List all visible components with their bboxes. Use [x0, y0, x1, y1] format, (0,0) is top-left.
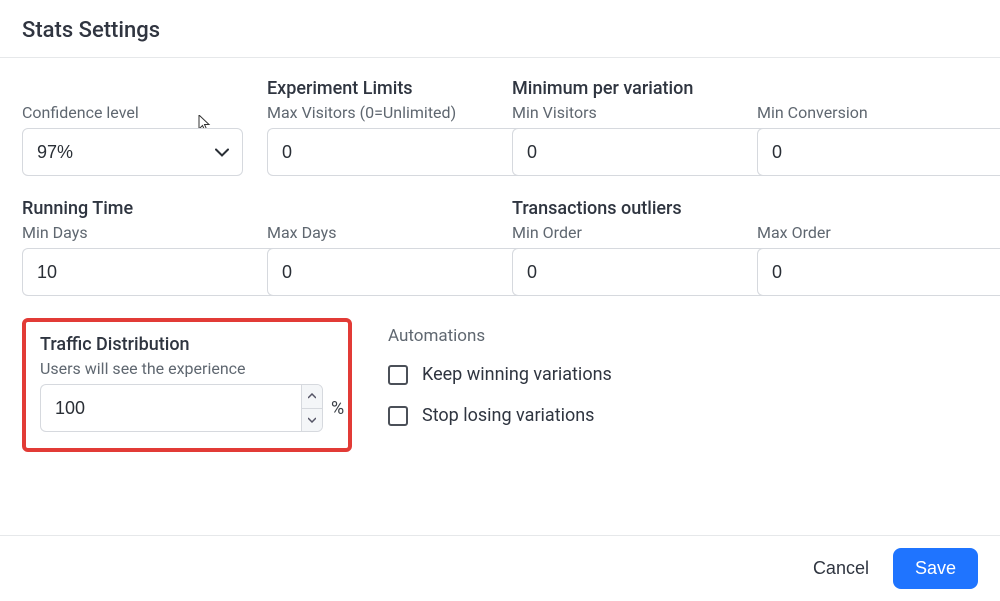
confidence-col: Confidence level 97%: [22, 78, 243, 176]
keep-winning-checkbox[interactable]: Keep winning variations: [388, 364, 978, 385]
min-order-input[interactable]: [512, 248, 773, 296]
traffic-step-up[interactable]: [302, 385, 322, 408]
min-days-input-wrap: [22, 248, 243, 296]
cancel-button[interactable]: Cancel: [807, 550, 875, 587]
row-1: Confidence level 97% Experiment Limits M…: [22, 78, 978, 176]
traffic-label: Users will see the experience: [40, 359, 334, 378]
stop-losing-checkbox[interactable]: Stop losing variations: [388, 405, 978, 426]
save-button[interactable]: Save: [893, 548, 978, 589]
running-time-title: Running Time: [22, 198, 243, 219]
min-per-variation-title: Minimum per variation: [512, 78, 733, 99]
traffic-unit: %: [331, 398, 344, 419]
traffic-input-wrap: [40, 384, 323, 432]
confidence-label: Confidence level: [22, 103, 243, 122]
panel-header: Stats Settings: [0, 0, 1000, 58]
traffic-title: Traffic Distribution: [40, 334, 334, 355]
checkbox-icon: [388, 406, 408, 426]
traffic-step-down[interactable]: [302, 408, 322, 432]
traffic-input[interactable]: [40, 384, 301, 432]
traffic-distribution-box: Traffic Distribution Users will see the …: [22, 318, 352, 452]
max-visitors-input[interactable]: [267, 128, 528, 176]
min-days-col: Running Time Min Days: [22, 198, 243, 296]
confidence-select[interactable]: 97%: [22, 128, 243, 176]
traffic-input-row: %: [40, 384, 334, 432]
keep-winning-label: Keep winning variations: [422, 364, 612, 385]
experiment-limits-title: Experiment Limits: [267, 78, 488, 99]
max-visitors-input-wrap: [267, 128, 488, 176]
experiment-limits-col: Experiment Limits Max Visitors (0=Unlimi…: [267, 78, 488, 176]
min-visitors-col: Minimum per variation Min Visitors: [512, 78, 733, 176]
min-visitors-label: Min Visitors: [512, 103, 733, 122]
transactions-outliers-title: Transactions outliers: [512, 198, 733, 219]
min-conversion-input-wrap: [757, 128, 978, 176]
automations-title: Automations: [388, 326, 978, 346]
max-order-input-wrap: [757, 248, 978, 296]
min-days-input[interactable]: [22, 248, 283, 296]
min-visitors-input[interactable]: [512, 128, 773, 176]
page-title: Stats Settings: [22, 18, 978, 43]
confidence-select-wrap: 97%: [22, 128, 243, 176]
max-days-input[interactable]: [267, 248, 528, 296]
min-conversion-col: Min Conversion: [757, 78, 978, 176]
traffic-spinner: [301, 384, 323, 432]
min-order-label: Min Order: [512, 223, 733, 242]
stop-losing-label: Stop losing variations: [422, 405, 594, 426]
max-days-label: Max Days: [267, 223, 488, 242]
min-order-input-wrap: [512, 248, 733, 296]
max-order-input[interactable]: [757, 248, 1000, 296]
stats-settings-panel: Stats Settings Confidence level 97%: [0, 0, 1000, 601]
max-days-input-wrap: [267, 248, 488, 296]
checkbox-icon: [388, 365, 408, 385]
panel-footer: Cancel Save: [0, 535, 1000, 601]
max-order-col: Max Order: [757, 198, 978, 296]
min-days-label: Min Days: [22, 223, 243, 242]
min-visitors-input-wrap: [512, 128, 733, 176]
row-3: Traffic Distribution Users will see the …: [22, 318, 978, 452]
min-order-col: Transactions outliers Min Order: [512, 198, 733, 296]
max-order-label: Max Order: [757, 223, 978, 242]
row-2: Running Time Min Days Max Days: [22, 198, 978, 296]
panel-body: Confidence level 97% Experiment Limits M…: [0, 58, 1000, 452]
min-conversion-input[interactable]: [757, 128, 1000, 176]
max-visitors-label: Max Visitors (0=Unlimited): [267, 103, 488, 122]
max-days-col: Max Days: [267, 198, 488, 296]
automations-section: Automations Keep winning variations Stop…: [388, 318, 978, 446]
min-conversion-label: Min Conversion: [757, 103, 978, 122]
